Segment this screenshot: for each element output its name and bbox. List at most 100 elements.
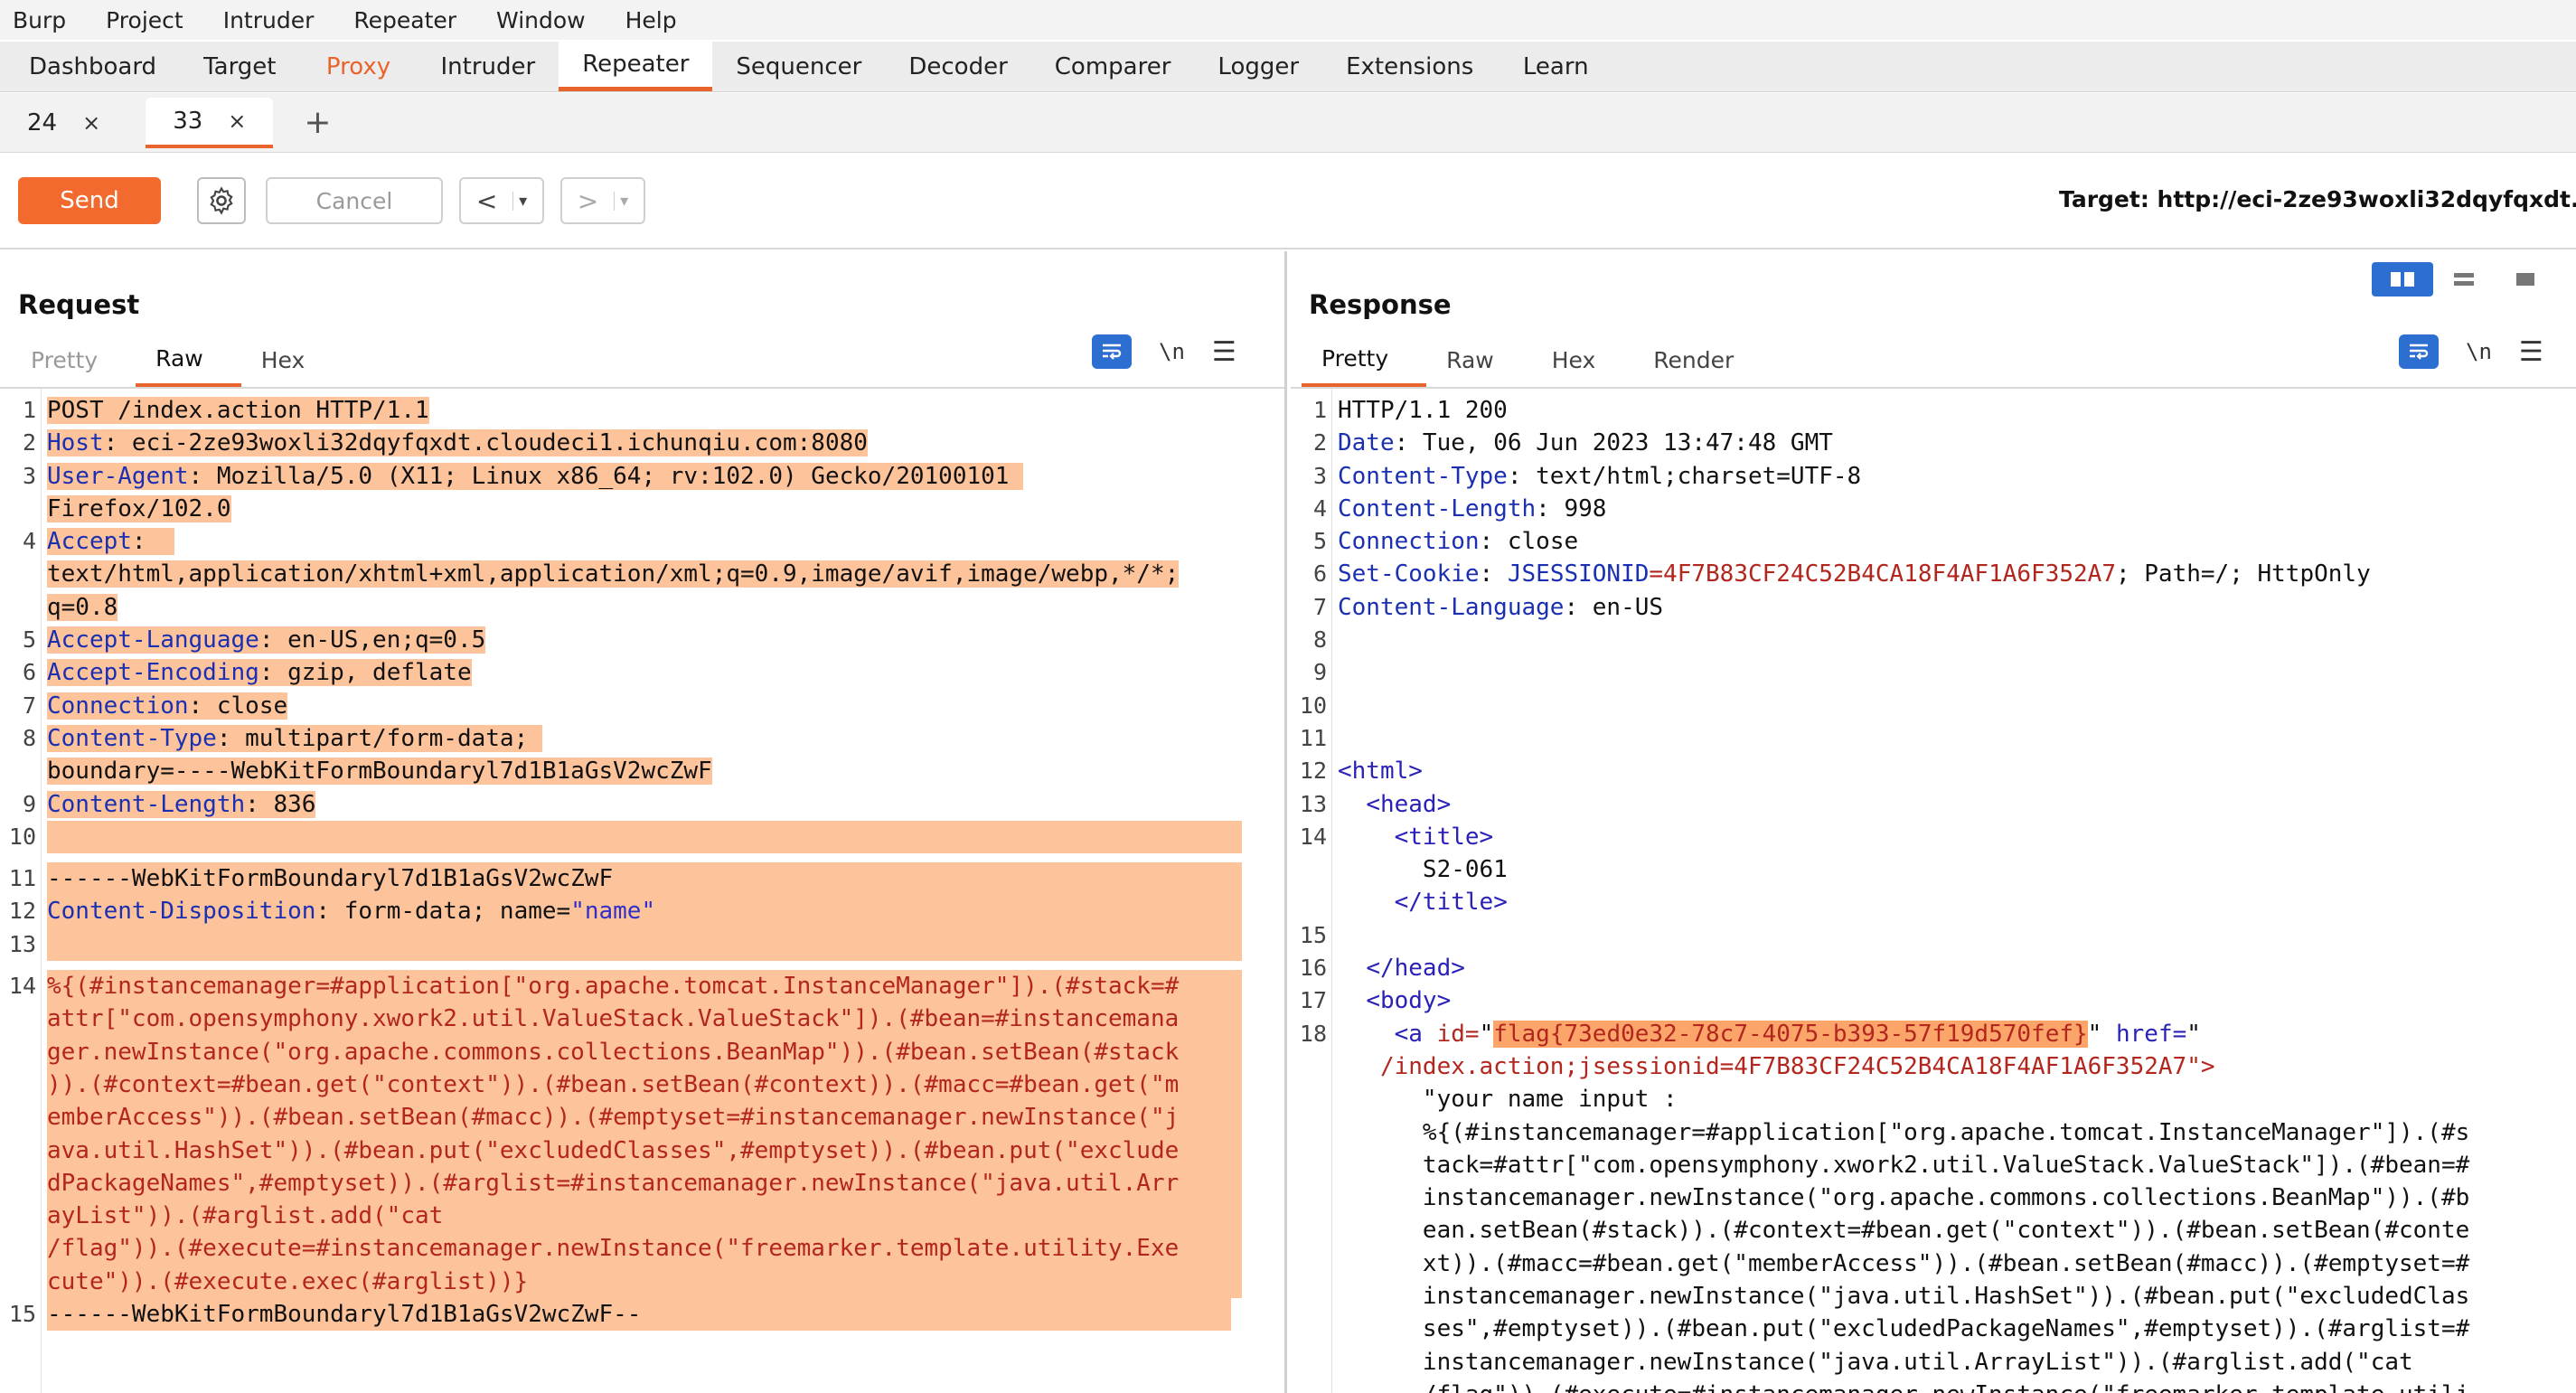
split-horizontal-icon[interactable] <box>2372 262 2433 296</box>
gear-icon[interactable] <box>197 177 246 224</box>
html-tag: </head> <box>1366 955 1465 983</box>
cancel-button[interactable]: Cancel <box>266 177 443 224</box>
line-content: Accept-Encoding: gzip, deflate <box>47 659 472 687</box>
repeater-tab-33[interactable]: 33 × <box>146 97 274 148</box>
line-content: Date: Tue, 06 Jun 2023 13:47:48 GMT <box>1338 429 1833 456</box>
code-line: 4 Accept: <box>23 525 1248 558</box>
tab-pretty[interactable]: Pretty <box>11 333 136 387</box>
tab-proxy[interactable]: Proxy <box>300 42 418 91</box>
code-line: 7 Connection: close <box>23 690 1248 722</box>
line-content <box>47 820 1242 853</box>
code-line: ses",#emptyset)).(#bean.put("excludedPac… <box>1338 1313 2540 1345</box>
tab-dashboard[interactable]: Dashboard <box>5 42 180 91</box>
word-wrap-icon[interactable] <box>2399 334 2439 369</box>
tab-intruder[interactable]: Intruder <box>418 42 559 91</box>
line-content: text/html,application/xhtml+xml,applicat… <box>47 560 1180 588</box>
header-name: Content-Type <box>1338 462 1508 490</box>
split-vertical-icon[interactable] <box>2433 262 2495 296</box>
tab-raw[interactable]: Raw <box>136 333 241 387</box>
tab-render[interactable]: Render <box>1633 333 1772 387</box>
tab-decoder[interactable]: Decoder <box>885 42 1030 91</box>
line-number: 8 <box>1312 626 1327 654</box>
single-view-icon[interactable] <box>2495 262 2556 296</box>
menu-item-project[interactable]: Project <box>106 7 203 33</box>
code-line: 13 <box>9 927 1248 970</box>
send-button[interactable]: Send <box>18 177 161 224</box>
tab-target[interactable]: Target <box>180 42 299 91</box>
request-title: Request <box>18 289 140 320</box>
tab-pretty[interactable]: Pretty <box>1302 333 1427 387</box>
line-content: User-Agent: Mozilla/5.0 (X11; Linux x86_… <box>47 462 1024 490</box>
chevron-down-icon[interactable]: ▾ <box>614 191 628 211</box>
request-editor[interactable]: 1 POST /index.action HTTP/1.1 2 Host: eci-2… <box>0 389 1284 1393</box>
newline-toggle[interactable]: \n <box>2466 339 2492 364</box>
line-content: attr["com.opensymphony.xwork2.util.Value… <box>47 1002 1242 1036</box>
menu-icon[interactable]: ☰ <box>1212 336 1236 368</box>
menu-item-window[interactable]: Window <box>496 7 606 33</box>
line-content: Firefox/102.0 <box>47 494 231 522</box>
menu-item-intruder[interactable]: Intruder <box>223 7 334 33</box>
header-name: Content-Disposition <box>47 898 316 926</box>
next-button[interactable]: > ▾ <box>560 177 645 224</box>
line-number: 18 <box>1299 1020 1327 1047</box>
line-content: <head> <box>1338 791 1451 818</box>
tab-hex[interactable]: Hex <box>1532 333 1634 387</box>
html-tag: </title> <box>1394 889 1508 917</box>
menu-icon[interactable]: ☰ <box>2519 336 2543 368</box>
code-line: /index.action;jsessionid=4F7B83CF24C52B4… <box>1338 1050 2540 1083</box>
code-line: attr["com.opensymphony.xwork2.util.Value… <box>47 1002 1248 1036</box>
tab-comparer[interactable]: Comparer <box>1031 42 1195 91</box>
request-panel: Request Pretty Raw Hex \n ☰ 1 POST /index… <box>0 251 1287 1393</box>
line-number: 2 <box>1312 429 1327 456</box>
tab-hex[interactable]: Hex <box>241 333 343 387</box>
tab-learn[interactable]: Learn <box>1497 42 1614 91</box>
code-line: /flag")).(#execute=#instancemanager.newI… <box>1338 1379 2540 1393</box>
menu-item-burp[interactable]: Burp <box>13 7 86 33</box>
line-content: q=0.8 <box>47 593 118 621</box>
code-line: 4 Content-Length: 998 <box>1313 493 2540 525</box>
response-editor[interactable]: 1 HTTP/1.1 200 2 Date: Tue, 06 Jun 2023 13:… <box>1291 389 2576 1393</box>
line-content: Content-Disposition: form-data; name="na… <box>47 895 1242 928</box>
payload-text: ger.newInstance("org.apache.commons.coll… <box>47 1038 1180 1066</box>
code-text: POST /index.action HTTP/1.1 <box>47 397 429 424</box>
code-line: 17 <body> <box>1300 984 2540 1017</box>
add-tab-button[interactable]: + <box>304 104 331 141</box>
line-content: %{(#instancemanager=#application["org.ap… <box>1338 1119 2469 1146</box>
chevron-down-icon[interactable]: ▾ <box>512 191 527 211</box>
header-value: : close <box>188 692 288 720</box>
response-title: Response <box>1309 289 1452 320</box>
quote: " <box>1479 1020 1494 1048</box>
code-line: S2-061 <box>1338 853 2540 886</box>
tab-raw[interactable]: Raw <box>1426 333 1532 387</box>
close-icon[interactable]: × <box>82 110 100 136</box>
menu-item-repeater[interactable]: Repeater <box>353 7 476 33</box>
line-content: Connection: close <box>1338 528 1578 555</box>
word-wrap-icon[interactable] <box>1092 334 1132 369</box>
tab-logger[interactable]: Logger <box>1194 42 1322 91</box>
tab-sequencer[interactable]: Sequencer <box>712 42 885 91</box>
tab-repeater[interactable]: Repeater <box>559 42 713 91</box>
header-value: : <box>131 528 174 556</box>
repeater-tab-24[interactable]: 24 × <box>0 98 127 148</box>
newline-toggle[interactable]: \n <box>1159 339 1185 364</box>
code-line: tack=#attr["com.opensymphony.xwork2.util… <box>1338 1149 2540 1181</box>
code-line: text/html,application/xhtml+xml,applicat… <box>47 558 1248 590</box>
target-label[interactable]: Target: http://eci-2ze93woxli32dqyfqxdt.… <box>2059 186 2576 212</box>
repeater-tabs: 24 × 33 × + <box>0 93 2576 153</box>
code-text: Firefox/102.0 <box>47 494 231 522</box>
line-number: 4 <box>22 528 36 555</box>
line-content: /flag")).(#execute=#instancemanager.newI… <box>47 1232 1242 1266</box>
code-line: 7 Content-Language: en-US <box>1313 591 2540 624</box>
code-line: dPackageNames",#emptyset)).(#arglist=#in… <box>47 1166 1248 1200</box>
code-text: ean.setBean(#stack)).(#context=#bean.get… <box>1338 1217 2470 1245</box>
close-icon[interactable]: × <box>228 108 246 134</box>
line-number: 12 <box>8 898 36 925</box>
menu-item-help[interactable]: Help <box>625 7 697 33</box>
tab-extensions[interactable]: Extensions <box>1322 42 1497 91</box>
previous-button[interactable]: < ▾ <box>459 177 544 224</box>
line-content: ses",#emptyset)).(#bean.put("excludedPac… <box>1338 1315 2469 1342</box>
response-view-tabs: Pretty Raw Hex Render <box>1291 333 1772 387</box>
line-content: Content-Length: 836 <box>47 790 316 818</box>
code-line: 6 Accept-Encoding: gzip, deflate <box>23 656 1248 689</box>
